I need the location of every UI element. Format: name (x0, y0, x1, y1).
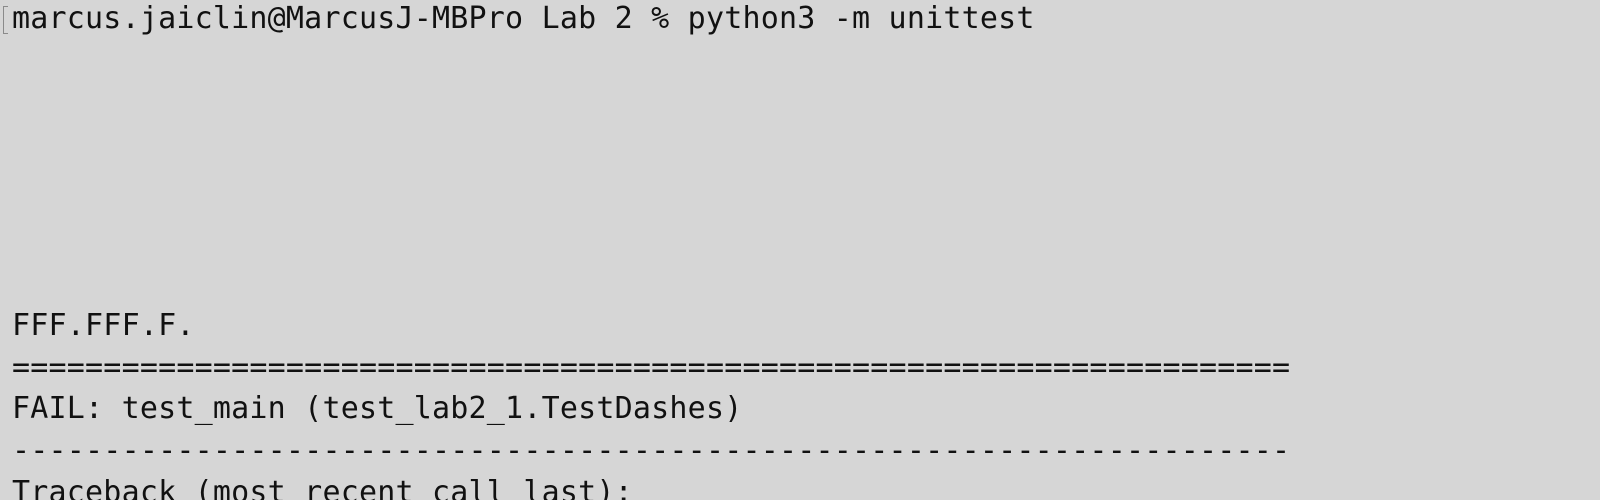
test-progress-output: FFF.FFF.F. (12, 308, 195, 343)
prompt-command-line: marcus.jaiclin@MarcusJ-MBPro Lab 2 % pyt… (12, 1, 1035, 36)
line-marker (3, 6, 8, 34)
traceback-heading: Traceback (most recent call last): (12, 475, 633, 500)
terminal-window[interactable]: marcus.jaiclin@MarcusJ-MBPro Lab 2 % pyt… (0, 0, 1600, 500)
fail-heading: FAIL: test_main (test_lab2_1.TestDashes) (12, 391, 743, 426)
separator-single: ----------------------------------------… (12, 433, 1291, 468)
separator-double: ========================================… (12, 350, 1291, 385)
